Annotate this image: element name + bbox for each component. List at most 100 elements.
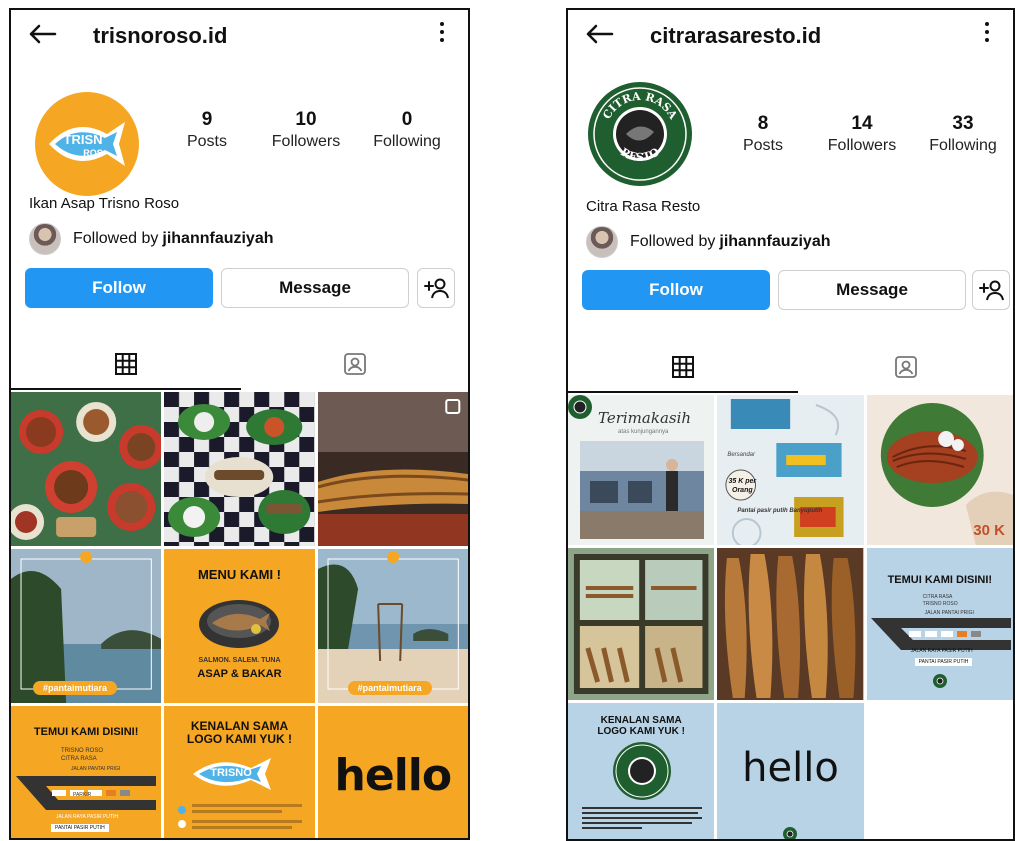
followers-stat[interactable]: 10 Followers <box>253 108 359 152</box>
profile-screen-citrarasaresto: citrarasaresto.id CITRA RASA RESTO 8 Post… <box>566 8 1015 841</box>
profile-avatar[interactable]: CITRA RASA RESTO <box>588 82 692 186</box>
follow-button[interactable]: Follow <box>25 268 213 308</box>
profile-screen-trisnoroso: trisnoroso.id TRISN ROS 9 Posts 10 Followe… <box>9 8 470 840</box>
hello-text: hello <box>334 750 453 801</box>
tile-title: MENU KAMI ! <box>197 567 282 582</box>
svg-text:TRISNO: TRISNO <box>211 767 253 779</box>
message-button[interactable]: Message <box>778 270 966 310</box>
follow-button[interactable]: Follow <box>582 270 770 310</box>
follower-avatar <box>586 226 618 258</box>
more-options-icon[interactable] <box>438 22 446 46</box>
map-legend-1: CITRA RASA <box>922 594 953 600</box>
text-line <box>192 826 293 829</box>
tile-title: KENALAN SAMA LOGO KAMI YUK ! <box>597 715 685 737</box>
following-stat[interactable]: 33 Following <box>916 112 1010 156</box>
posts-stat[interactable]: 9 Posts <box>161 108 253 152</box>
tile-title: Terimakasih <box>598 409 692 427</box>
grilled-fish-image <box>317 392 468 546</box>
fish-pan-image <box>199 600 280 648</box>
citra-rasa-logo: CITRA RASA RESTO <box>590 84 690 184</box>
empty-grid-cell <box>866 703 1013 839</box>
suggested-users-button[interactable] <box>972 270 1010 310</box>
trisno-roso-logo: TRISN ROS <box>49 122 125 166</box>
logo-badge-image <box>613 742 671 800</box>
text-line <box>192 820 303 823</box>
text-line <box>582 827 642 829</box>
beach-photo-image <box>11 549 162 703</box>
message-button[interactable]: Message <box>221 268 409 308</box>
tab-posts-grid[interactable] <box>11 340 241 388</box>
post-thumbnail[interactable] <box>717 548 864 700</box>
grid-icon <box>115 353 137 375</box>
tile-title: TEMUI KAMI DISINI! <box>33 726 139 738</box>
profile-stats: 9 Posts 10 Followers 0 Following <box>161 108 455 152</box>
post-thumbnail[interactable]: hello <box>717 703 864 839</box>
post-thumbnail[interactable]: #pantaimutiara <box>317 549 468 703</box>
svg-text:TRISN: TRISN <box>64 132 103 147</box>
text-line <box>192 804 303 807</box>
posts-grid: Terimakasih atas kunjungannya Bersandar … <box>568 395 1013 839</box>
svg-text:ROS: ROS <box>83 148 103 158</box>
back-arrow-icon[interactable] <box>584 22 614 46</box>
back-arrow-icon[interactable] <box>27 22 57 46</box>
suggested-users-button[interactable] <box>417 268 455 308</box>
tagged-person-icon <box>343 353 366 375</box>
posts-grid: #pantaimutiara MENU KAMI ! SALMON. SALEM… <box>11 392 468 838</box>
post-thumbnail[interactable] <box>317 392 468 546</box>
profile-tabs <box>11 340 468 390</box>
post-thumbnail[interactable] <box>164 392 315 546</box>
post-thumbnail[interactable]: #pantaimutiara <box>11 549 162 703</box>
active-tab-indicator <box>568 391 798 393</box>
post-thumbnail[interactable]: Terimakasih atas kunjungannya <box>568 395 715 545</box>
followed-by[interactable]: Followed by jihannfauziyah <box>586 226 831 258</box>
map-road-label: JALAN PANTAI PRIGI <box>924 610 974 616</box>
food-photo-image <box>11 392 162 546</box>
hashtag-label: #pantaimutiara <box>33 681 118 695</box>
tab-tagged[interactable] <box>798 343 1013 391</box>
post-thumbnail[interactable]: TEMUI KAMI DISINI! CITRA RASA TRISNO ROS… <box>866 548 1013 700</box>
following-stat[interactable]: 0 Following <box>359 108 455 152</box>
logo-badge-icon <box>783 827 798 839</box>
map-legend-2: CITRA RASA <box>61 756 97 762</box>
map-legend-1: TRISNO ROSO <box>61 748 104 754</box>
map-legend-2: TRISNO ROSO <box>922 601 958 607</box>
post-thumbnail[interactable]: MENU KAMI ! SALMON. SALEM. TUNA ASAP & B… <box>164 549 315 703</box>
food-photo-image <box>164 392 315 546</box>
post-thumbnail[interactable] <box>568 548 715 700</box>
username-title: trisnoroso.id <box>93 23 228 48</box>
map-parking-label: PARKIR <box>932 640 951 646</box>
display-name: Citra Rasa Resto <box>586 198 701 215</box>
beach-swing-image <box>317 549 468 703</box>
follower-avatar <box>29 223 61 255</box>
text-line <box>192 810 283 813</box>
tile-subtitle: Pantai pasir putih Banyuputih <box>737 508 823 514</box>
smoked-fish-image <box>717 548 864 700</box>
followed-by[interactable]: Followed by jihannfauziyah <box>29 223 274 255</box>
promo-brochure-image <box>717 395 864 545</box>
bullet-dot <box>178 820 187 828</box>
map-road-label-2: JALAN RAYA PASIR PUTIH <box>910 648 973 654</box>
price-label: 30 K <box>973 522 1005 539</box>
tile-subtitle: SALMON. SALEM. TUNA <box>198 657 281 664</box>
followed-by-username: jihannfauziyah <box>719 233 831 250</box>
active-tab-indicator <box>11 388 241 390</box>
tile-title: TEMUI KAMI DISINI! <box>887 574 993 586</box>
post-thumbnail[interactable]: KENALAN SAMA LOGO KAMI YUK ! TRISNO <box>164 706 315 838</box>
display-name: Ikan Asap Trisno Roso <box>29 195 180 212</box>
logo-fish-image: TRISNO <box>193 758 272 790</box>
more-options-icon[interactable] <box>983 22 991 46</box>
post-thumbnail[interactable]: KENALAN SAMA LOGO KAMI YUK ! <box>568 703 715 839</box>
post-thumbnail[interactable]: 30 K <box>866 395 1013 545</box>
post-thumbnail[interactable]: TEMUI KAMI DISINI! TRISNO ROSO CITRA RAS… <box>11 706 162 838</box>
tab-posts-grid[interactable] <box>568 343 798 391</box>
followers-stat[interactable]: 14 Followers <box>808 112 916 156</box>
profile-avatar[interactable]: TRISN ROS <box>35 92 139 196</box>
text-line <box>582 822 692 824</box>
username-title: citrarasaresto.id <box>650 23 822 48</box>
tab-tagged[interactable] <box>241 340 468 388</box>
posts-stat[interactable]: 8 Posts <box>718 112 808 156</box>
post-thumbnail[interactable]: Bersandar 35 K per Orang Pantai pasir pu… <box>717 395 864 545</box>
post-thumbnail[interactable] <box>11 392 162 546</box>
add-person-icon <box>979 280 1004 301</box>
post-thumbnail[interactable]: hello <box>317 706 468 838</box>
